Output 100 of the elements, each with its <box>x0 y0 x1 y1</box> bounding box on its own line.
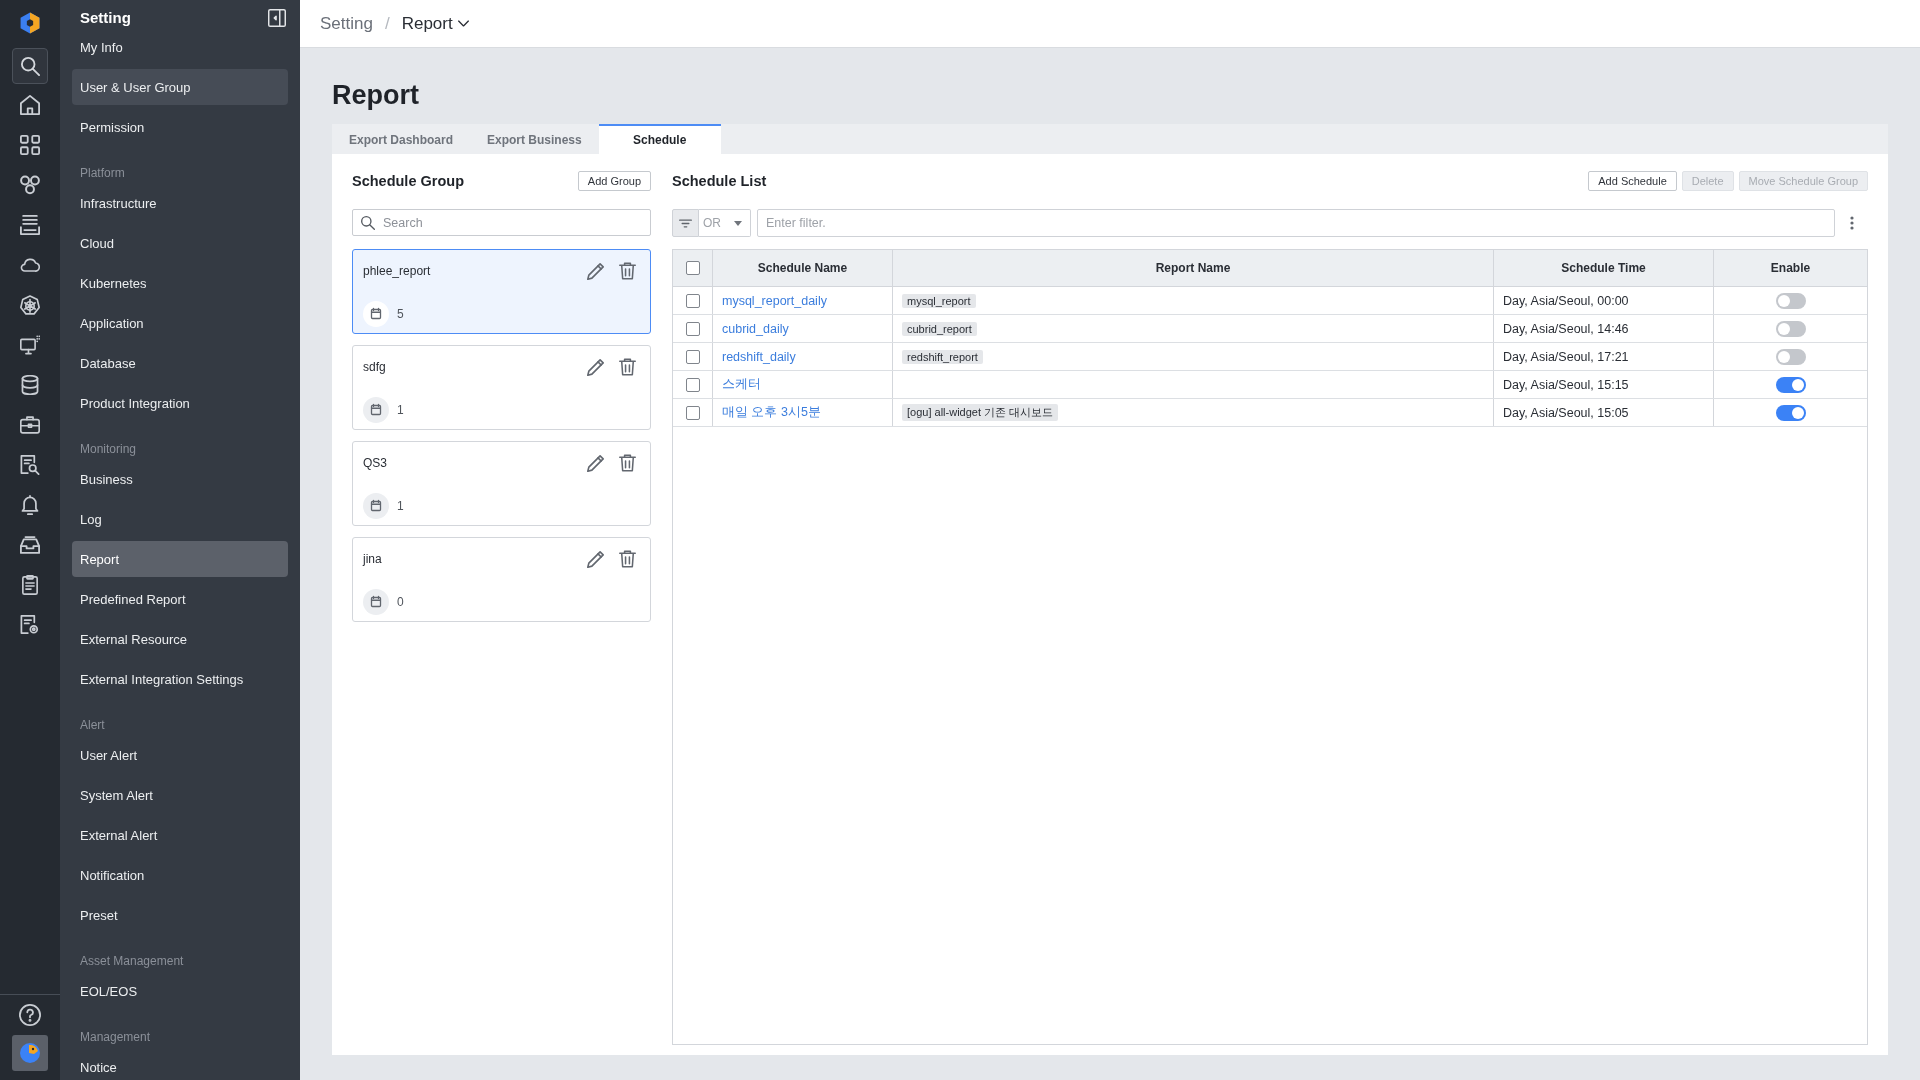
section-title: Schedule List <box>672 173 767 189</box>
briefcase-icon[interactable] <box>20 415 40 435</box>
schedule-group-card[interactable]: sdfg 1 <box>352 345 651 430</box>
sidebar-item[interactable]: System Alert <box>72 777 288 813</box>
sidebar-heading: Platform <box>79 165 126 181</box>
home-icon[interactable] <box>20 95 40 115</box>
row-checkbox[interactable] <box>685 321 700 336</box>
sidebar-item[interactable]: Permission <box>72 109 288 145</box>
sidebar-item[interactable]: Application <box>72 305 288 341</box>
sidebar-title: Setting <box>80 9 131 27</box>
calendar-icon <box>363 397 389 423</box>
toolbar-button[interactable]: Add Schedule <box>1588 171 1677 191</box>
row-checkbox[interactable] <box>685 349 700 364</box>
schedule-name-link[interactable]: cubrid_daily <box>722 321 789 336</box>
schedule-name-link[interactable]: redshift_daily <box>722 349 796 364</box>
filter-input[interactable]: Enter filter. <box>757 209 1835 237</box>
enable-toggle[interactable] <box>1775 292 1806 309</box>
pencil-icon[interactable] <box>587 550 605 568</box>
sidebar-item[interactable]: External Resource <box>72 621 288 657</box>
sidebar-item[interactable]: Notification <box>72 857 288 893</box>
sidebar-item[interactable]: Cloud <box>72 225 288 261</box>
cluster-icon[interactable] <box>20 175 40 195</box>
kebab-menu-icon[interactable] <box>1849 216 1854 230</box>
enable-toggle[interactable] <box>1775 404 1806 421</box>
group-name: sdfg <box>363 360 386 374</box>
sidebar-heading: Monitoring <box>79 441 138 457</box>
search-icon <box>20 56 40 76</box>
trash-icon[interactable] <box>619 358 636 376</box>
section-title: Schedule Group <box>352 173 464 189</box>
enable-toggle[interactable] <box>1775 320 1806 337</box>
sidebar-heading: Alert <box>79 717 106 733</box>
schedule-time: Day, Asia/Seoul, 15:05 <box>1503 405 1629 420</box>
schedule-group-card[interactable]: phlee_report 5 <box>352 249 651 334</box>
breadcrumb-link[interactable]: Setting <box>320 13 373 34</box>
tab[interactable]: Export Dashboard <box>332 124 470 154</box>
caret-down-icon <box>734 220 742 226</box>
column-header: Schedule Name <box>713 250 893 286</box>
pencil-icon[interactable] <box>587 454 605 472</box>
bell-icon[interactable] <box>20 495 40 515</box>
trash-icon[interactable] <box>619 454 636 472</box>
schedule-name-link[interactable]: 매일 오후 3시5분 <box>722 404 821 421</box>
sidebar-item[interactable]: Predefined Report <box>72 581 288 617</box>
enable-toggle[interactable] <box>1775 376 1806 393</box>
pencil-icon[interactable] <box>587 358 605 376</box>
sidebar-item[interactable]: Business <box>72 461 288 497</box>
search-button[interactable] <box>12 48 48 84</box>
sidebar-item[interactable]: External Integration Settings <box>72 661 288 697</box>
filter-button[interactable] <box>672 209 699 237</box>
stack-icon[interactable] <box>20 215 40 235</box>
avatar-icon[interactable] <box>12 1035 48 1071</box>
document-search-icon[interactable] <box>20 455 40 475</box>
row-checkbox[interactable] <box>685 293 700 308</box>
pencil-icon[interactable] <box>587 262 605 280</box>
sidebar-item[interactable]: My Info <box>72 29 288 65</box>
sidebar-item[interactable]: Infrastructure <box>72 185 288 221</box>
add-group-button[interactable]: Add Group <box>577 171 651 191</box>
schedule-count: 1 <box>397 403 404 417</box>
sidebar-item[interactable]: EOL/EOS <box>72 973 288 1009</box>
sidebar-item[interactable]: Report <box>72 541 288 577</box>
report-name-tag: cubrid_report <box>902 321 977 336</box>
clipboard-icon[interactable] <box>20 575 40 595</box>
sidebar-item[interactable]: Preset <box>72 897 288 933</box>
row-checkbox[interactable] <box>685 377 700 392</box>
sidebar-item[interactable]: Log <box>72 501 288 537</box>
schedule-name-link[interactable]: mysql_report_daily <box>722 293 827 308</box>
calendar-icon <box>363 301 389 327</box>
report-name-tag: [ogu] all-widget 기존 대시보드 <box>902 404 1059 421</box>
helm-wheel-icon[interactable] <box>20 295 40 315</box>
select-all-checkbox[interactable] <box>685 261 700 275</box>
sidebar-heading: Asset Management <box>79 953 185 969</box>
breadcrumb-dropdown[interactable]: Report <box>401 13 469 34</box>
schedule-name-link[interactable]: 스케터 <box>722 376 761 393</box>
sidebar-item[interactable]: Database <box>72 345 288 381</box>
grid-icon[interactable] <box>20 135 40 155</box>
group-name: jina <box>363 552 382 566</box>
sidebar-item[interactable]: Kubernetes <box>72 265 288 301</box>
tab[interactable]: Schedule <box>598 124 721 154</box>
database-icon[interactable] <box>20 375 40 395</box>
schedule-time: Day, Asia/Seoul, 15:15 <box>1503 377 1629 392</box>
column-header: Enable <box>1769 260 1812 277</box>
document-gear-icon[interactable] <box>20 615 40 635</box>
trash-icon[interactable] <box>619 550 636 568</box>
trash-icon[interactable] <box>619 262 636 280</box>
enable-toggle[interactable] <box>1775 348 1806 365</box>
tray-icon[interactable] <box>20 535 40 555</box>
schedule-group-card[interactable]: QS3 1 <box>352 441 651 526</box>
tab[interactable]: Export Business <box>470 124 599 154</box>
sidebar-item[interactable]: Notice <box>72 1049 288 1080</box>
sidebar-item[interactable]: Product Integration <box>72 385 288 421</box>
column-header: Schedule Time <box>1494 250 1714 286</box>
sidebar-item[interactable]: User Alert <box>72 737 288 773</box>
schedule-time: Day, Asia/Seoul, 14:46 <box>1503 321 1629 336</box>
row-checkbox[interactable] <box>685 405 700 420</box>
monitor-icon[interactable] <box>20 335 40 355</box>
schedule-group-card[interactable]: jina 0 <box>352 537 651 622</box>
search-field[interactable]: Search <box>352 209 651 236</box>
sidebar-panel-icon[interactable] <box>268 9 286 27</box>
help-icon[interactable] <box>19 1004 41 1026</box>
sidebar-item[interactable]: External Alert <box>72 817 288 853</box>
sidebar-item[interactable]: User & User Group <box>72 69 288 105</box>
